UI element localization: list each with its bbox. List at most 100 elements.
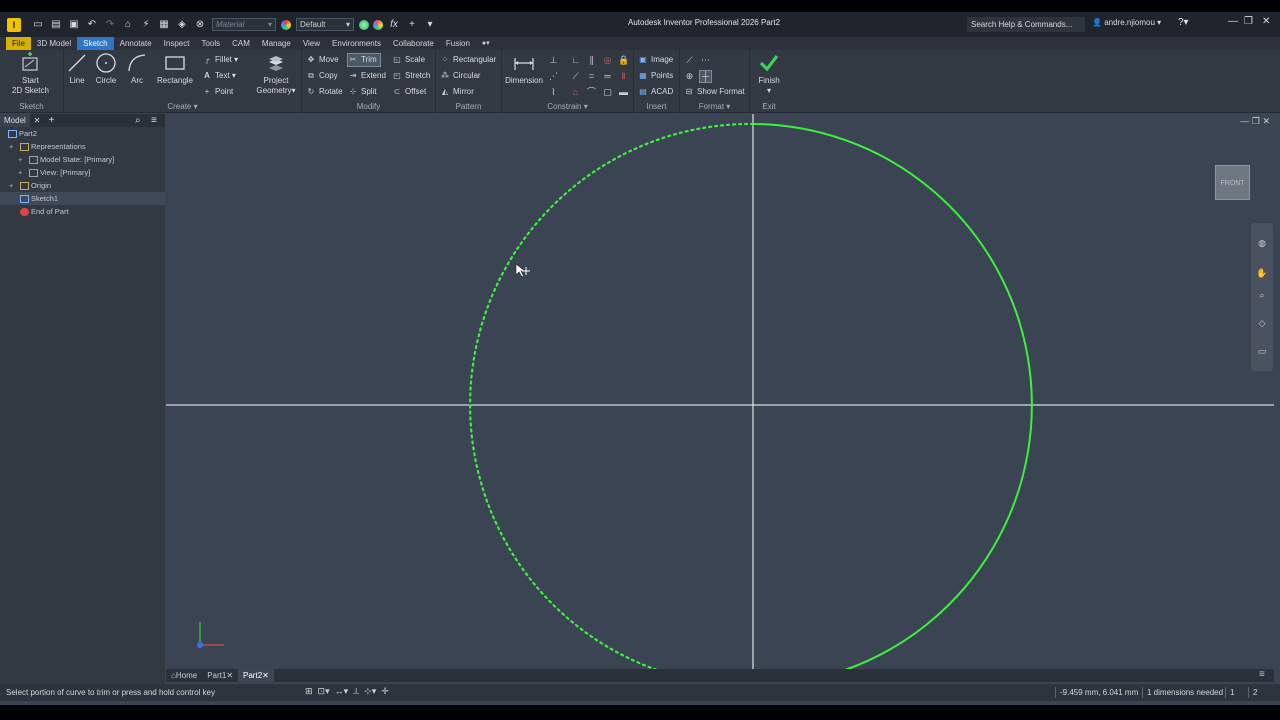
tab-fusion[interactable]: Fusion: [440, 37, 476, 50]
user-account-button[interactable]: 👤 andre.njiomou ▾: [1092, 18, 1161, 27]
doc-tab-part2[interactable]: Part2 ✕: [238, 669, 274, 682]
tab-inspect[interactable]: Inspect: [158, 37, 196, 50]
project-geometry-button[interactable]: Project Geometry▾: [254, 52, 298, 96]
extend-button[interactable]: ⇥ Extend: [348, 70, 386, 82]
fix-constraint-icon[interactable]: 🔒: [618, 55, 629, 66]
vertical-constraint-icon[interactable]: ‖: [618, 71, 629, 82]
add-browser-icon[interactable]: +: [49, 115, 55, 126]
video-record-icon[interactable]: ●▾: [476, 37, 496, 50]
parameters-fx-icon[interactable]: fx: [387, 18, 401, 32]
trim-preview-arc-left[interactable]: [468, 122, 755, 672]
construction-icon[interactable]: ⟋: [684, 55, 695, 66]
symmetric-constraint-icon[interactable]: ⌂: [570, 87, 581, 98]
color-override-icon[interactable]: [373, 19, 383, 30]
search-icon[interactable]: ⌕: [135, 115, 141, 126]
update-icon[interactable]: ⚡: [139, 18, 153, 32]
precise-input-icon[interactable]: ✛: [381, 686, 389, 697]
tab-tools[interactable]: Tools: [195, 37, 226, 50]
inventor-logo-icon[interactable]: I: [7, 17, 21, 32]
tab-view[interactable]: View: [297, 37, 326, 50]
image-button[interactable]: ▣ Image: [638, 54, 673, 66]
arc-button[interactable]: Arc: [126, 52, 148, 86]
tabs-menu-icon[interactable]: ≡: [1259, 669, 1265, 680]
restore-icon[interactable]: ❐: [1244, 16, 1253, 27]
expand-icon[interactable]: +: [9, 140, 13, 153]
pan-hand-icon[interactable]: ✋: [1256, 267, 1268, 279]
constraint-inference-icon[interactable]: ⟂: [353, 686, 359, 697]
tree-item[interactable]: + View: [Primary]: [0, 166, 165, 179]
curvature-constraint-icon[interactable]: ⌒: [586, 87, 597, 98]
tree-item[interactable]: + Model State: [Primary]: [0, 153, 165, 166]
tree-item[interactable]: + Representations: [0, 140, 165, 153]
zoom-icon[interactable]: ⌕: [1256, 289, 1268, 301]
doc-tab-home[interactable]: ⌂ Home: [166, 669, 202, 682]
search-help-input[interactable]: Search Help & Commands...: [967, 17, 1085, 32]
coincident-constraint-icon[interactable]: ⊥: [548, 55, 559, 66]
smooth-constraint-icon[interactable]: ⌇: [548, 87, 559, 98]
canvas-minimize-icon[interactable]: —: [1240, 116, 1249, 126]
doc-tab-part1[interactable]: Part1 ✕: [202, 669, 238, 682]
tree-item[interactable]: Sketch1: [0, 192, 165, 205]
rotate-button[interactable]: ↻ Rotate: [306, 86, 343, 98]
trim-button[interactable]: ✂ Trim: [347, 53, 381, 67]
horizontal-constraint-icon[interactable]: =: [586, 71, 597, 82]
show-dof-icon[interactable]: ⊹▾: [364, 686, 376, 697]
view-cube[interactable]: FRONT: [1215, 165, 1250, 200]
appearance-dropdown[interactable]: Default ▾: [296, 18, 354, 31]
tree-item[interactable]: + Origin: [0, 179, 165, 192]
concentric-constraint-icon[interactable]: ◎: [602, 55, 613, 66]
canvas-restore-icon[interactable]: ❐: [1252, 116, 1260, 126]
fillet-button[interactable]: ╭ Fillet ▾: [202, 54, 239, 66]
sketch-canvas[interactable]: [166, 114, 1274, 680]
tab-environments[interactable]: Environments: [326, 37, 387, 50]
circle-button[interactable]: Circle: [94, 52, 118, 86]
steering-wheel-icon[interactable]: ◍: [1256, 237, 1268, 249]
offset-button[interactable]: ⊂ Offset: [392, 86, 427, 98]
point-button[interactable]: + Point: [202, 86, 234, 98]
expand-icon[interactable]: +: [9, 179, 13, 192]
circular-pattern-button[interactable]: ⁂ Circular: [440, 70, 481, 82]
adjust-appearance-icon[interactable]: [359, 19, 369, 30]
finish-sketch-button[interactable]: Finish ▾: [756, 52, 782, 96]
material-dropdown[interactable]: Material ▾: [212, 18, 276, 31]
perpendicular-constraint-icon[interactable]: ∟: [570, 55, 581, 66]
browser-tab-model[interactable]: Model: [0, 114, 30, 127]
acad-button[interactable]: ▤ ACAD: [638, 86, 673, 98]
clear-appearance-icon[interactable]: ⊗: [193, 18, 207, 32]
tab-3d-model[interactable]: 3D Model: [31, 37, 77, 50]
rectangle-button[interactable]: Rectangle: [156, 52, 194, 86]
help-icon[interactable]: ?▾: [1178, 17, 1189, 28]
equal-constraint-icon[interactable]: ═: [602, 71, 613, 82]
tangent-constraint-icon[interactable]: ⟋: [570, 71, 581, 82]
save-icon[interactable]: ▣: [67, 18, 81, 32]
look-at-icon[interactable]: ▭: [1256, 345, 1268, 357]
customize-chevron-icon[interactable]: ▾: [423, 18, 437, 32]
rectangular-pattern-button[interactable]: ⁘ Rectangular: [440, 54, 497, 66]
start-2d-sketch-button[interactable]: Start 2D Sketch: [12, 52, 49, 96]
line-button[interactable]: Line: [66, 52, 88, 86]
add-icon[interactable]: +: [405, 18, 419, 32]
show-format-button[interactable]: ⊟ Show Format: [684, 86, 745, 98]
expand-icon[interactable]: +: [18, 153, 22, 166]
delete-constraints-icon[interactable]: ▬: [618, 87, 629, 98]
driven-dimension-icon[interactable]: ┼: [699, 70, 712, 83]
new-file-icon[interactable]: ▭: [31, 18, 45, 32]
tab-annotate[interactable]: Annotate: [114, 37, 158, 50]
centerline-icon[interactable]: ⋯: [700, 55, 711, 66]
tab-collaborate[interactable]: Collaborate: [387, 37, 440, 50]
open-folder-icon[interactable]: ▤: [49, 18, 63, 32]
minimize-icon[interactable]: —: [1228, 16, 1238, 27]
mirror-button[interactable]: ◭ Mirror: [440, 86, 474, 98]
expand-icon[interactable]: +: [18, 166, 22, 179]
dimension-button[interactable]: Dimension: [504, 52, 544, 86]
points-button[interactable]: ▦ Points: [638, 70, 673, 82]
home-icon[interactable]: ⌂: [121, 18, 135, 32]
stretch-button[interactable]: ◰ Stretch: [392, 70, 430, 82]
close-icon[interactable]: ✕: [1262, 16, 1270, 27]
dimension-display-icon[interactable]: ↔▾: [335, 686, 349, 697]
scale-button[interactable]: ◱ Scale: [392, 54, 425, 66]
measure-icon[interactable]: ◈: [175, 18, 189, 32]
canvas-close-icon[interactable]: ✕: [1262, 116, 1270, 126]
copy-button[interactable]: ⧉ Copy: [306, 70, 338, 82]
sketch-arc-right[interactable]: [752, 123, 1033, 671]
